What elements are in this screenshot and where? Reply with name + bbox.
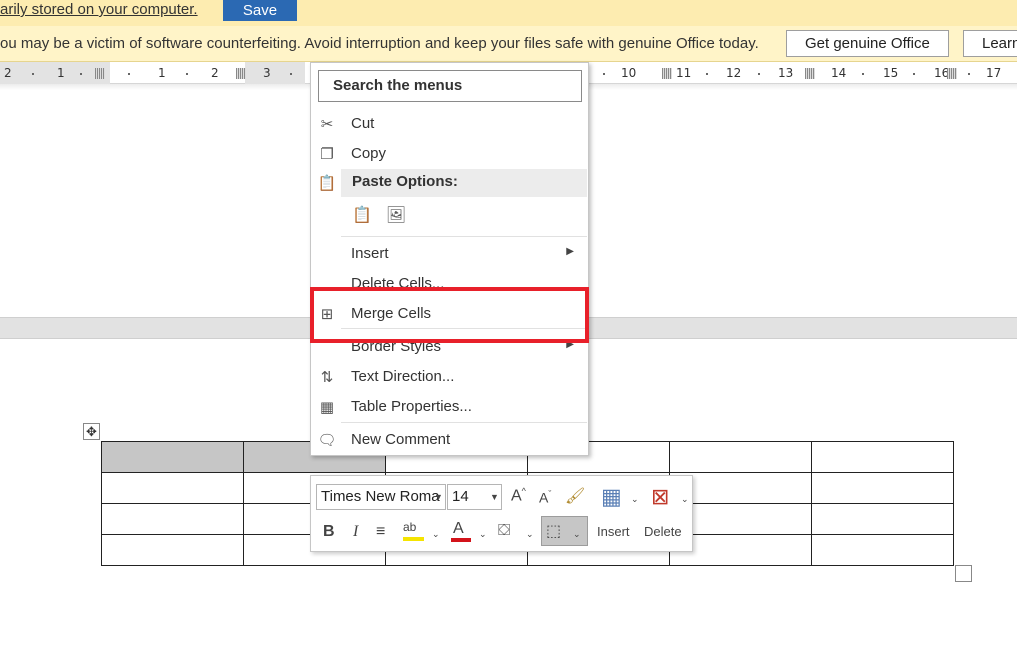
delete-label[interactable]: Delete xyxy=(644,524,682,539)
ruler-column-marker[interactable] xyxy=(95,68,105,79)
bold-icon[interactable]: B xyxy=(323,523,335,541)
menu-item-insert[interactable]: Insert ▶ xyxy=(311,241,588,269)
search-menus-input[interactable]: Search the menus xyxy=(318,70,582,102)
highlight-color-swatch xyxy=(403,537,424,541)
license-infobar: ou may be a victim of software counterfe… xyxy=(0,26,1017,62)
menu-item-label: Copy xyxy=(351,145,387,162)
copy-icon: ❐ xyxy=(320,146,334,163)
table-cell[interactable] xyxy=(101,472,244,504)
mini-toolbar: Times New Roma ▼ 14 ▼ A^ Aˇ 🖌 B I ≡ ab ⌄… xyxy=(310,475,693,552)
menu-item-cut[interactable]: ✂ Cut xyxy=(311,111,588,139)
save-infobar: arily stored on your computer. Save xyxy=(0,0,1017,26)
table-properties-icon: ▦ xyxy=(319,399,335,416)
ruler-column-marker[interactable] xyxy=(805,68,815,79)
chevron-down-icon[interactable]: ⌄ xyxy=(479,529,487,540)
paste-icon-slot: 📋 xyxy=(311,170,341,198)
paste-options-header: Paste Options: xyxy=(341,169,587,197)
insert-table-icon[interactable]: ▦ xyxy=(601,484,622,510)
menu-item-label: Text Direction... xyxy=(351,368,455,385)
ruler-tick: 11 xyxy=(676,66,692,80)
scissors-icon: ✂ xyxy=(320,116,334,133)
ruler-tick: 17 xyxy=(986,66,1002,80)
learn-more-button[interactable]: Learn xyxy=(963,30,1017,57)
paste-picture-icon[interactable]: 🖼 xyxy=(385,205,407,227)
highlight-icon[interactable]: ab xyxy=(403,520,416,534)
chevron-down-icon[interactable]: ⌄ xyxy=(681,494,689,505)
table-cell[interactable] xyxy=(811,534,954,566)
ruler-tick: 1 xyxy=(158,66,166,80)
ruler-column-marker[interactable] xyxy=(662,68,672,79)
ruler-tick: 15 xyxy=(883,66,899,80)
chevron-down-icon[interactable]: ⌄ xyxy=(432,529,440,540)
ruler-column-marker[interactable] xyxy=(236,68,246,79)
shrink-font-icon[interactable]: Aˇ xyxy=(539,489,551,506)
ruler-tick: 3 xyxy=(263,66,271,80)
font-color-swatch xyxy=(451,538,471,542)
table-cell[interactable] xyxy=(669,441,812,473)
menu-item-label: New Comment xyxy=(351,431,451,448)
table-cell[interactable] xyxy=(101,503,244,535)
font-name-field[interactable]: Times New Roma xyxy=(316,484,446,510)
insert-label[interactable]: Insert xyxy=(597,524,630,539)
chevron-down-icon[interactable]: ⌄ xyxy=(631,494,639,505)
chevron-down-icon[interactable]: ▼ xyxy=(434,492,443,502)
ruler-margin-left xyxy=(0,62,110,84)
ruler-tick: 14 xyxy=(831,66,847,80)
font-color-icon[interactable]: A xyxy=(453,520,464,538)
borders-icon: ⬚ xyxy=(546,523,562,540)
shading-icon[interactable]: ⛋ xyxy=(498,522,510,540)
get-genuine-office-button[interactable]: Get genuine Office xyxy=(786,30,949,57)
table-move-handle-icon[interactable]: ✥ xyxy=(83,423,100,440)
save-infobar-text[interactable]: arily stored on your computer. xyxy=(0,1,198,18)
submenu-arrow-icon: ▶ xyxy=(566,246,574,257)
italic-icon[interactable]: I xyxy=(353,523,358,541)
paste-keep-formatting-icon[interactable]: 📋 xyxy=(351,205,373,227)
menu-item-label: Paste Options: xyxy=(352,173,458,190)
menu-item-text-direction[interactable]: ⇅ Text Direction... xyxy=(311,364,588,392)
table-cell[interactable] xyxy=(811,472,954,504)
chevron-down-icon[interactable]: ▼ xyxy=(490,492,499,502)
ruler-column-marker[interactable] xyxy=(947,68,957,79)
align-center-icon[interactable]: ≡ xyxy=(376,523,385,541)
paste-options-row: 📋 🖼 xyxy=(351,205,431,233)
chevron-down-icon[interactable]: ⌄ xyxy=(526,529,534,540)
table-resize-handle[interactable] xyxy=(955,565,972,582)
menu-item-label: Table Properties... xyxy=(351,398,472,415)
save-button[interactable]: Save xyxy=(223,0,297,21)
comment-icon: 🗨 xyxy=(317,432,337,449)
borders-button[interactable]: ⬚ ⌄ xyxy=(541,516,588,546)
text-direction-icon: ⇅ xyxy=(320,369,334,386)
context-menu: Search the menus ✂ Cut ❐ Copy 📋 Paste Op… xyxy=(310,62,589,456)
license-infobar-text: ou may be a victim of software counterfe… xyxy=(0,35,759,52)
chevron-down-icon: ⌄ xyxy=(573,529,581,539)
ruler-tick: 1 xyxy=(57,66,65,80)
table-cell[interactable] xyxy=(811,441,954,473)
menu-item-table-properties[interactable]: ▦ Table Properties... xyxy=(311,394,588,422)
ruler-tick: 2 xyxy=(4,66,12,80)
ruler-column-marker xyxy=(245,62,305,84)
table-cell[interactable] xyxy=(101,441,244,473)
clipboard-icon: 📋 xyxy=(317,175,337,192)
grow-font-icon[interactable]: A^ xyxy=(511,486,526,505)
menu-item-copy[interactable]: ❐ Copy xyxy=(311,141,588,169)
ruler-tick: 13 xyxy=(778,66,794,80)
ruler-tick: 2 xyxy=(211,66,219,80)
table-cell[interactable] xyxy=(811,503,954,535)
ruler-tick: 12 xyxy=(726,66,742,80)
ruler-tick: 10 xyxy=(621,66,637,80)
menu-item-label: Insert xyxy=(351,245,389,262)
table-cell[interactable] xyxy=(101,534,244,566)
menu-item-new-comment[interactable]: 🗨 New Comment xyxy=(311,427,588,455)
menu-item-label: Cut xyxy=(351,115,375,132)
delete-table-icon[interactable]: ⊠ xyxy=(651,484,669,510)
format-painter-icon[interactable]: 🖌 xyxy=(565,486,585,506)
merge-cells-highlight xyxy=(310,287,589,343)
